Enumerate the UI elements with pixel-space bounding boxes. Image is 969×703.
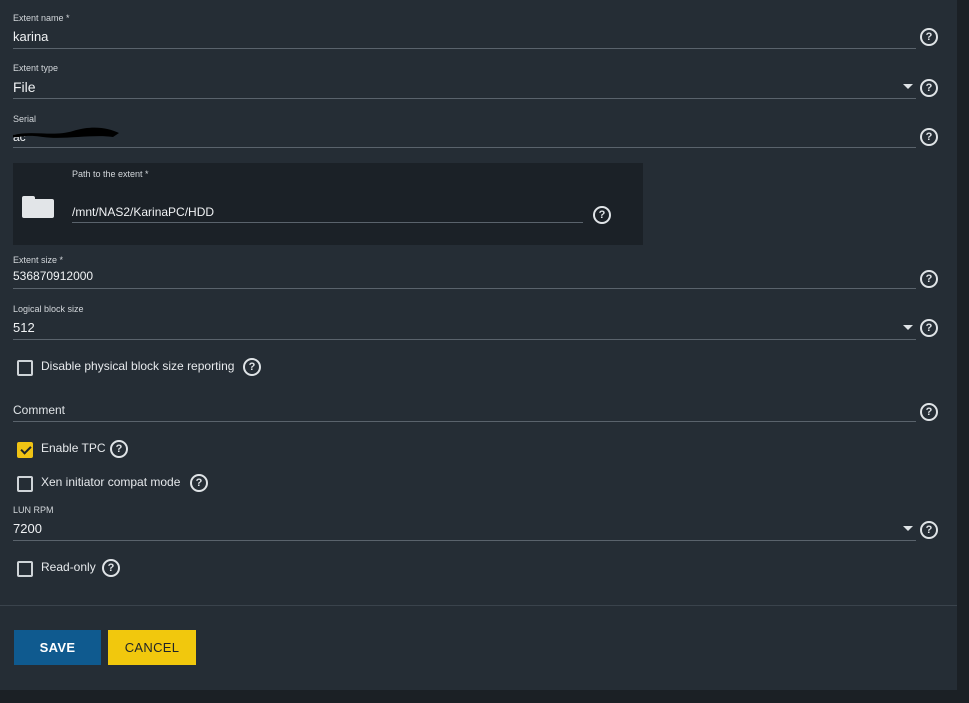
extent-name-label: Extent name * (13, 13, 70, 23)
chevron-down-icon[interactable] (903, 325, 913, 330)
checkbox-checked[interactable] (17, 442, 33, 458)
extent-size-input[interactable]: 536870912000 (13, 269, 93, 283)
help-icon[interactable]: ? (920, 28, 938, 46)
checkbox-box[interactable] (17, 360, 33, 376)
extent-type-select[interactable]: Extent type File (13, 62, 916, 100)
serial-field[interactable]: Serial ac (13, 113, 916, 151)
redaction-scribble (13, 127, 119, 138)
extent-type-label: Extent type (13, 63, 59, 73)
path-input[interactable]: /mnt/NAS2/KarinaPC/HDD (72, 205, 214, 219)
path-field[interactable]: Path to the extent * /mnt/NAS2/KarinaPC/… (72, 169, 583, 225)
comment-label: Comment (13, 403, 66, 417)
chevron-down-icon[interactable] (903, 84, 913, 89)
extent-type-underline (13, 98, 916, 99)
lun-rpm-select[interactable]: LUN RPM 7200 (13, 504, 916, 542)
help-icon[interactable]: ? (110, 440, 128, 458)
lun-rpm-value: 7200 (13, 521, 42, 536)
save-button[interactable]: SAVE (14, 630, 101, 665)
help-icon[interactable]: ? (190, 474, 208, 492)
form-divider (0, 605, 957, 606)
path-underline (72, 222, 583, 223)
folder-icon[interactable] (22, 196, 54, 218)
checkbox-box[interactable] (17, 561, 33, 577)
disable-physical-block-checkbox[interactable]: Disable physical block size reporting (17, 358, 237, 378)
read-only-label: Read-only (41, 560, 96, 574)
extent-name-field[interactable]: Extent name * karina (13, 12, 916, 50)
help-icon[interactable]: ? (920, 403, 938, 421)
help-icon[interactable]: ? (920, 128, 938, 146)
lun-rpm-label: LUN RPM (13, 505, 54, 515)
logical-block-size-underline (13, 339, 916, 340)
path-explorer: Path to the extent * /mnt/NAS2/KarinaPC/… (13, 163, 643, 245)
help-icon[interactable]: ? (920, 79, 938, 97)
checkbox-box[interactable] (17, 476, 33, 492)
help-icon[interactable]: ? (102, 559, 120, 577)
help-icon[interactable]: ? (593, 206, 611, 224)
help-icon[interactable]: ? (920, 319, 938, 337)
extent-size-underline (13, 288, 916, 289)
extent-form-panel: Extent name * karina ? Extent type File … (0, 0, 957, 690)
extent-type-value: File (13, 79, 36, 95)
read-only-checkbox[interactable]: Read-only (17, 559, 97, 579)
logical-block-size-value: 512 (13, 320, 35, 335)
disable-physical-block-label: Disable physical block size reporting (41, 359, 235, 373)
help-icon[interactable]: ? (920, 270, 938, 288)
enable-tpc-label: Enable TPC (41, 441, 106, 455)
comment-field[interactable]: Comment (13, 402, 916, 424)
help-icon[interactable]: ? (243, 358, 261, 376)
extent-size-label: Extent size * (13, 255, 64, 265)
extent-size-field[interactable]: Extent size * 536870912000 (13, 254, 916, 290)
comment-underline (13, 421, 916, 422)
chevron-down-icon[interactable] (903, 526, 913, 531)
lun-rpm-underline (13, 540, 916, 541)
help-icon[interactable]: ? (920, 521, 938, 539)
enable-tpc-checkbox[interactable]: Enable TPC (17, 440, 107, 460)
extent-name-input[interactable]: karina (13, 29, 48, 44)
xen-compat-checkbox[interactable]: Xen initiator compat mode (17, 474, 187, 494)
xen-compat-label: Xen initiator compat mode (41, 475, 181, 489)
logical-block-size-select[interactable]: Logical block size 512 (13, 303, 916, 341)
serial-underline (13, 147, 916, 148)
cancel-button[interactable]: CANCEL (108, 630, 196, 665)
logical-block-size-label: Logical block size (13, 304, 84, 314)
extent-name-underline (13, 48, 916, 49)
path-label: Path to the extent * (72, 169, 149, 179)
